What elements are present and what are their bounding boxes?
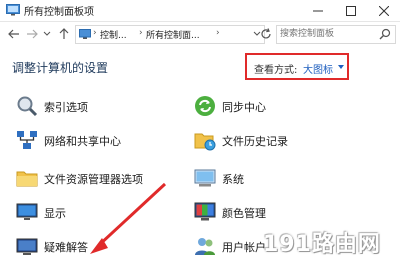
watermark: 191路由网 [263,232,381,257]
